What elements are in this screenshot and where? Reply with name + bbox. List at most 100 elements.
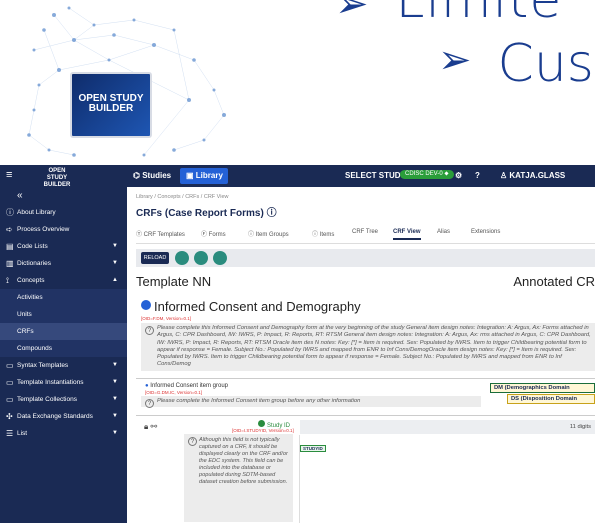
app-window: ≡ OPEN STUDY BUILDER ⌬ Studies ▣ Library… — [0, 165, 595, 523]
sidebar-item-syntax-templates[interactable]: ▭ Syntax Templates ▼ — [0, 357, 127, 374]
cdisc-badge[interactable]: CDISC DEV-0 ⬥ — [400, 170, 454, 179]
study-id-input[interactable]: 11 digits — [300, 420, 595, 434]
chevron-down-icon: ▼ — [112, 243, 118, 249]
tab-divider — [136, 243, 595, 244]
chevron-down-icon: ▼ — [112, 362, 118, 368]
sidebar-item-label: Dictionaries — [17, 260, 51, 267]
form-description-text: Please complete this Informed Consent an… — [157, 325, 591, 368]
app-logo: OPEN STUDY BUILDER — [43, 168, 71, 188]
item-icon — [258, 420, 265, 427]
reload-button[interactable]: RELOAD — [141, 252, 169, 264]
tab-label: Item Groups — [255, 232, 289, 238]
select-study-button[interactable]: SELECT STUDY — [345, 171, 406, 180]
library-label-text: Library — [195, 171, 223, 180]
hamburger-icon[interactable]: ≡ — [6, 169, 12, 181]
template-icon: ▭ — [6, 395, 14, 404]
sidebar-item-template-instantiations[interactable]: ▭ Template Instantiations ▼ — [0, 374, 127, 391]
slide-bullet-1: ➢ Limite — [335, 0, 562, 30]
sidebar-item-label: Data Exchange Standards — [17, 413, 93, 420]
help-icon[interactable]: ? — [475, 171, 480, 180]
tab-crf-view[interactable]: CRF View — [393, 229, 421, 240]
arrow-icon: ➪ — [6, 225, 13, 234]
settings-icon[interactable]: ⚙ — [455, 171, 462, 180]
cdisc-label: CDISC DEV-0 — [405, 171, 443, 177]
length-label: 11 digits — [569, 424, 591, 430]
help-icon: ? — [145, 399, 154, 408]
sidebar-item-label: Syntax Templates — [17, 362, 69, 369]
chevron-down-icon: ▼ — [112, 396, 118, 402]
item-oid: [OID=I.STUDYID, Version=0.1] — [232, 428, 294, 433]
item-group-title-text: Informed Consent item group — [150, 383, 229, 389]
help-icon: ? — [145, 326, 154, 335]
divider — [136, 378, 595, 379]
sidebar-item-label: Code Lists — [17, 243, 48, 250]
sidebar: « ⓘ About Library ➪ Process Overview ▤ Code… — [0, 187, 127, 523]
tab-crf-tree[interactable]: CRF Tree — [352, 229, 378, 235]
tab-crf-templates[interactable]: Ⓣ CRF Templates — [136, 229, 185, 238]
product-screen-title: OPEN STUDY BUILDER — [78, 93, 144, 114]
domain-badge-ds: DS (Disposition Domain — [507, 394, 595, 404]
template-icon: ▭ — [6, 361, 14, 370]
item-note: ? Although this field is not typically c… — [184, 434, 293, 522]
folder-icon: ▤ — [6, 242, 14, 251]
sidebar-item-about[interactable]: ⓘ About Library — [0, 204, 127, 221]
user-menu[interactable]: ♙ KATJA.GLASS — [500, 171, 565, 180]
item-group-description-text: Please complete the Informed Consent ite… — [157, 398, 361, 404]
lock-icon: 🔒︎ — [144, 422, 149, 431]
tab-item-groups[interactable]: ⓘ Item Groups — [248, 229, 289, 238]
list-icon: ☰ — [6, 429, 14, 438]
sidebar-item-codelists[interactable]: ▤ Code Lists ▼ — [0, 238, 127, 255]
help-icon[interactable]: ⓘ — [267, 208, 277, 219]
sidebar-item-template-collections[interactable]: ▭ Template Collections ▼ — [0, 391, 127, 408]
sidebar-item-process[interactable]: ➪ Process Overview — [0, 221, 127, 238]
form-icon — [141, 300, 151, 310]
link-icon: ⚯ — [150, 422, 158, 431]
form-description: ? Please complete this Informed Consent … — [141, 323, 595, 371]
sidebar-item-activities[interactable]: Activities — [0, 289, 127, 306]
breadcrumb: Library / Concepts / CRFs / CRF View — [136, 194, 229, 200]
sidebar-item-concepts[interactable]: ⟟ Concepts ▲ — [0, 272, 127, 289]
form-oid: [OID=F.DM, Version=0.1] — [141, 316, 192, 321]
item-group-title: ● Informed Consent item group — [145, 383, 228, 389]
hierarchy-icon: ⟟ — [6, 276, 9, 285]
sdtm-tag: STUDYID — [300, 445, 326, 452]
product-screen-image: OPEN STUDY BUILDER — [70, 72, 152, 138]
tab-extensions[interactable]: Extensions — [471, 229, 500, 235]
tab-alias[interactable]: Alias — [437, 229, 450, 235]
sidebar-item-units[interactable]: Units — [0, 306, 127, 323]
item-group-icon: ● — [145, 383, 149, 389]
info-icon: ⓘ — [6, 208, 14, 217]
chevron-up-icon: ▲ — [112, 277, 118, 283]
sidebar-item-label: Concepts — [17, 277, 45, 284]
sidebar-item-compounds[interactable]: Compounds — [0, 340, 127, 357]
form-title: Informed Consent and Demography — [141, 299, 361, 314]
presentation-slide: OPEN STUDY BUILDER ➢ Limite ➢ Cus — [0, 0, 595, 165]
studies-nav[interactable]: ⌬ Studies — [133, 171, 171, 180]
form-title-text: Informed Consent and Demography — [154, 299, 361, 314]
sidebar-item-dictionaries[interactable]: ▥ Dictionaries ▼ — [0, 255, 127, 272]
exchange-icon: ✣ — [6, 412, 13, 421]
annotated-crf-label: Annotated CR — [513, 274, 595, 289]
chevron-down-icon: ▼ — [112, 260, 118, 266]
download-icon[interactable] — [213, 251, 227, 265]
studies-label: Studies — [142, 171, 172, 180]
top-bar: ≡ OPEN STUDY BUILDER ⌬ Studies ▣ Library… — [0, 165, 595, 188]
toggle-icon[interactable] — [194, 251, 208, 265]
main-content: Library / Concepts / CRFs / CRF View CRF… — [127, 187, 595, 523]
collapse-icon[interactable]: « — [0, 187, 127, 204]
item-note-text: Although this field is not typically cap… — [199, 437, 288, 485]
book-icon: ▥ — [6, 259, 14, 268]
sidebar-item-data-exchange[interactable]: ✣ Data Exchange Standards ▼ — [0, 408, 127, 425]
tab-forms[interactable]: Ⓕ Forms — [201, 229, 226, 238]
tab-label: Forms — [208, 232, 226, 238]
item-group-description: ? Please complete the Informed Consent i… — [141, 396, 481, 408]
sidebar-item-label: Template Instantiations — [17, 379, 84, 386]
sidebar-item-list[interactable]: ☰ List ▼ — [0, 425, 127, 442]
sidebar-item-crfs[interactable]: CRFs — [0, 323, 127, 340]
print-icon[interactable] — [175, 251, 189, 265]
chevron-down-icon: ▼ — [112, 430, 118, 436]
tab-items[interactable]: ⓘ Items — [312, 229, 334, 238]
sidebar-item-label: Template Collections — [17, 396, 77, 403]
tab-bar: Ⓣ CRF Templates Ⓕ Forms ⓘ Item Groups ⓘ … — [136, 227, 595, 241]
page-title: CRFs (Case Report Forms) ⓘ — [136, 204, 277, 219]
